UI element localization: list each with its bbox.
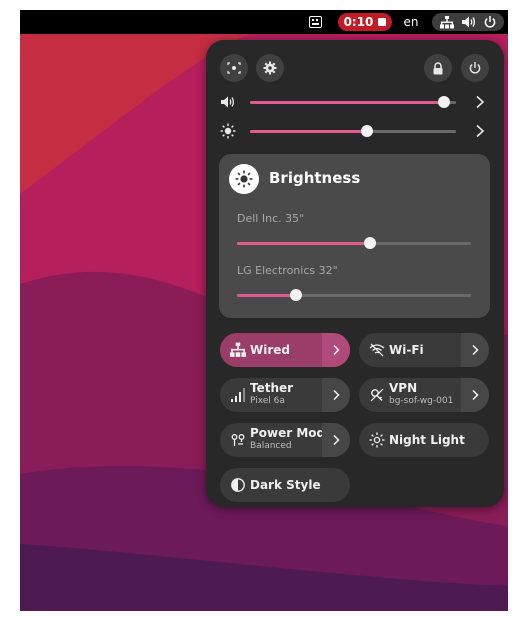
power-mode-subtitle: Balanced: [250, 441, 292, 451]
wifi-toggle[interactable]: Wi-Fi: [359, 333, 489, 367]
desktop-screen: 0:10 en Brightness Dell Inc. 35" LG Elec…: [20, 10, 508, 611]
volume-slider-fill: [250, 101, 444, 104]
dark-style-label: Dark Style: [250, 478, 321, 492]
lock-icon: [433, 61, 443, 74]
tether-menu-button[interactable]: [322, 378, 350, 412]
volume-slider-handle[interactable]: [437, 96, 450, 108]
power-icon: [484, 16, 496, 28]
night-light-toggle[interactable]: Night Light: [359, 423, 489, 457]
dark-style-toggle[interactable]: Dark Style: [220, 468, 350, 502]
display-brightness-handle[interactable]: [289, 289, 302, 301]
power-icon: [469, 62, 481, 74]
wired-menu-button[interactable]: [322, 333, 350, 367]
tether-toggle[interactable]: Tether Pixel 6a: [220, 378, 350, 412]
display-brightness-slider[interactable]: [237, 289, 471, 301]
vpn-menu-button[interactable]: [461, 378, 489, 412]
recording-time: 0:10: [343, 15, 374, 29]
keyboard-icon[interactable]: [308, 13, 322, 31]
chevron-right-icon: [333, 344, 340, 356]
chevron-right-icon[interactable]: [474, 124, 486, 138]
night-light-icon: [369, 432, 385, 448]
stop-icon: [378, 18, 387, 26]
brightness-menu-icon: [229, 164, 259, 194]
volume-icon: [221, 96, 235, 108]
wifi-off-icon: [369, 343, 385, 357]
volume-icon: [462, 16, 476, 28]
brightness-icon: [235, 170, 253, 188]
power-off-button[interactable]: [461, 54, 489, 82]
brightness-row: [220, 121, 490, 141]
top-bar: 0:10 en: [20, 10, 508, 34]
brightness-slider-handle[interactable]: [361, 125, 374, 137]
system-status-menu[interactable]: [432, 13, 504, 31]
brightness-slider[interactable]: [250, 125, 456, 137]
night-light-label: Night Light: [389, 433, 465, 447]
settings-icon: [263, 61, 277, 75]
display-label: LG Electronics 32": [237, 264, 338, 277]
screen-recording-indicator[interactable]: 0:10: [338, 13, 392, 31]
wired-toggle[interactable]: Wired: [220, 333, 350, 367]
wired-label: Wired: [250, 343, 290, 357]
power-mode-label: Power Mode: [250, 426, 334, 440]
power-profile-icon: [231, 434, 245, 446]
lock-button[interactable]: [424, 54, 452, 82]
chevron-right-icon: [333, 389, 340, 401]
tether-label: Tether: [250, 381, 294, 395]
chevron-right-icon[interactable]: [474, 95, 486, 109]
chevron-right-icon: [333, 434, 340, 446]
chevron-right-icon: [472, 389, 479, 401]
vpn-subtitle: bg-sof-wg-001: [389, 396, 454, 406]
volume-row: [220, 92, 490, 112]
settings-button[interactable]: [256, 54, 284, 82]
power-mode-menu-button[interactable]: [322, 423, 350, 457]
volume-slider[interactable]: [250, 96, 456, 108]
screenshot-icon: [227, 62, 241, 74]
vpn-off-icon: [370, 388, 384, 402]
display-brightness-handle[interactable]: [364, 237, 377, 249]
network-wired-icon: [440, 15, 454, 28]
brightness-icon: [220, 123, 236, 139]
quick-settings-panel: Brightness Dell Inc. 35" LG Electronics …: [206, 40, 504, 507]
brightness-menu-title: Brightness: [269, 169, 361, 187]
brightness-slider-fill: [250, 130, 368, 133]
display-brightness-slider[interactable]: [237, 237, 471, 249]
brightness-menu: Brightness Dell Inc. 35" LG Electronics …: [219, 154, 490, 318]
dark-style-icon: [231, 478, 245, 492]
display-label: Dell Inc. 35": [237, 212, 305, 225]
chevron-right-icon: [472, 344, 479, 356]
display-brightness-fill: [237, 294, 296, 297]
wifi-menu-button[interactable]: [461, 333, 489, 367]
vpn-label: VPN: [389, 381, 418, 395]
wifi-label: Wi-Fi: [389, 343, 424, 357]
network-wired-icon: [230, 342, 246, 357]
screenshot-button[interactable]: [220, 54, 248, 82]
power-mode-toggle[interactable]: Power Mode Balanced: [220, 423, 350, 457]
input-source-indicator[interactable]: en: [400, 13, 422, 31]
tether-subtitle: Pixel 6a: [250, 396, 285, 406]
vpn-toggle[interactable]: VPN bg-sof-wg-001: [359, 378, 489, 412]
cellular-icon: [231, 388, 245, 402]
display-brightness-fill: [237, 242, 371, 245]
